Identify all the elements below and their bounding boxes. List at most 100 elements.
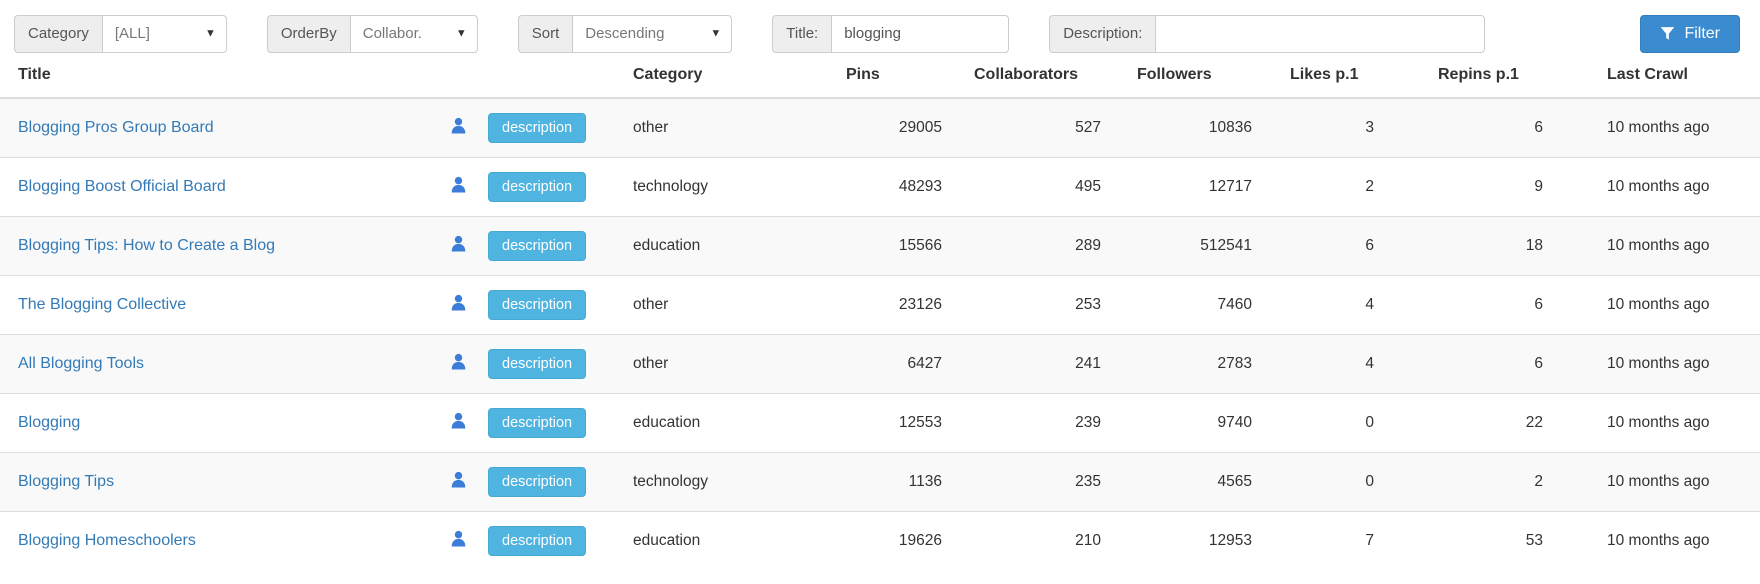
column-header-category[interactable]: Category	[633, 58, 828, 98]
board-title-link[interactable]: Blogging Tips: How to Create a Blog	[18, 237, 275, 254]
board-title-link[interactable]: The Blogging Collective	[18, 296, 186, 313]
cell-category: education	[633, 394, 828, 453]
description-button[interactable]: description	[488, 113, 586, 143]
cell-user	[428, 276, 488, 335]
filter-button-label: Filter	[1684, 25, 1720, 43]
cell-likes: 7	[1282, 512, 1430, 571]
column-header-likes[interactable]: Likes p.1	[1282, 58, 1430, 98]
board-title-link[interactable]: Blogging	[18, 414, 80, 431]
cell-likes: 0	[1282, 453, 1430, 512]
cell-pins: 12553	[828, 394, 966, 453]
cell-description: description	[488, 217, 633, 276]
cell-last-crawl: 10 months ago	[1583, 512, 1760, 571]
boards-table: Title Category Pins Collaborators Follow…	[0, 58, 1760, 570]
table-row: Blogging Homeschoolers description educati…	[0, 512, 1760, 571]
board-title-link[interactable]: Blogging Tips	[18, 473, 114, 490]
cell-last-crawl: 10 months ago	[1583, 453, 1760, 512]
cell-title: All Blogging Tools	[0, 335, 428, 394]
user-icon[interactable]	[450, 294, 467, 311]
cell-collaborators: 239	[966, 394, 1129, 453]
title-input[interactable]: blogging	[831, 15, 1009, 53]
board-title-link[interactable]: Blogging Homeschoolers	[18, 532, 196, 549]
cell-category: education	[633, 512, 828, 571]
description-button[interactable]: description	[488, 467, 586, 497]
user-icon[interactable]	[450, 412, 467, 429]
sort-label: Sort	[518, 15, 573, 53]
description-input[interactable]	[1155, 15, 1485, 53]
user-icon[interactable]	[450, 176, 467, 193]
column-header-user	[428, 58, 488, 98]
board-title-link[interactable]: Blogging Pros Group Board	[18, 119, 214, 136]
cell-repins: 9	[1430, 158, 1583, 217]
chevron-down-icon: ▼	[205, 28, 216, 39]
cell-likes: 3	[1282, 98, 1430, 158]
cell-likes: 2	[1282, 158, 1430, 217]
title-input-value: blogging	[844, 25, 901, 42]
cell-user	[428, 158, 488, 217]
user-icon[interactable]	[450, 530, 467, 547]
user-icon[interactable]	[450, 117, 467, 134]
board-title-link[interactable]: Blogging Boost Official Board	[18, 178, 226, 195]
column-header-followers[interactable]: Followers	[1129, 58, 1282, 98]
cell-collaborators: 241	[966, 335, 1129, 394]
cell-pins: 6427	[828, 335, 966, 394]
category-select[interactable]: [ALL] ▼	[102, 15, 227, 53]
cell-last-crawl: 10 months ago	[1583, 217, 1760, 276]
description-button[interactable]: description	[488, 526, 586, 556]
description-button[interactable]: description	[488, 349, 586, 379]
cell-title: Blogging Tips: How to Create a Blog	[0, 217, 428, 276]
cell-last-crawl: 10 months ago	[1583, 335, 1760, 394]
column-header-pins[interactable]: Pins	[828, 58, 966, 98]
description-button[interactable]: description	[488, 231, 586, 261]
cell-collaborators: 289	[966, 217, 1129, 276]
cell-user	[428, 453, 488, 512]
cell-repins: 6	[1430, 276, 1583, 335]
user-icon[interactable]	[450, 235, 467, 252]
cell-category: technology	[633, 453, 828, 512]
cell-last-crawl: 10 months ago	[1583, 98, 1760, 158]
cell-user	[428, 394, 488, 453]
cell-title: Blogging Tips	[0, 453, 428, 512]
column-header-repins[interactable]: Repins p.1	[1430, 58, 1583, 98]
filter-button[interactable]: Filter	[1640, 15, 1740, 53]
cell-likes: 0	[1282, 394, 1430, 453]
description-button[interactable]: description	[488, 408, 586, 438]
cell-likes: 6	[1282, 217, 1430, 276]
cell-pins: 29005	[828, 98, 966, 158]
description-label: Description:	[1049, 15, 1155, 53]
category-filter-group: Category [ALL] ▼	[14, 15, 227, 53]
table-row: Blogging Pros Group Board description othe…	[0, 98, 1760, 158]
cell-followers: 4565	[1129, 453, 1282, 512]
board-title-link[interactable]: All Blogging Tools	[18, 355, 144, 372]
sort-select[interactable]: Descending ▼	[572, 15, 732, 53]
cell-description: description	[488, 276, 633, 335]
cell-collaborators: 527	[966, 98, 1129, 158]
sort-select-value: Descending	[585, 25, 664, 42]
cell-repins: 53	[1430, 512, 1583, 571]
table-row: The Blogging Collectivedescriptionother2…	[0, 276, 1760, 335]
user-icon[interactable]	[450, 471, 467, 488]
cell-repins: 22	[1430, 394, 1583, 453]
column-header-description	[488, 58, 633, 98]
cell-collaborators: 235	[966, 453, 1129, 512]
description-button[interactable]: description	[488, 290, 586, 320]
cell-followers: 2783	[1129, 335, 1282, 394]
cell-description: description	[488, 512, 633, 571]
orderby-select[interactable]: Collabor. ▼	[350, 15, 478, 53]
cell-pins: 1136	[828, 453, 966, 512]
user-icon[interactable]	[450, 353, 467, 370]
cell-category: other	[633, 98, 828, 158]
cell-description: description	[488, 98, 633, 158]
cell-title: The Blogging Collective	[0, 276, 428, 335]
cell-category: other	[633, 276, 828, 335]
column-header-title[interactable]: Title	[0, 58, 428, 98]
description-filter-group: Description:	[1049, 15, 1485, 53]
cell-user	[428, 98, 488, 158]
table-row: All Blogging Toolsdescriptionother642724…	[0, 335, 1760, 394]
description-button[interactable]: description	[488, 172, 586, 202]
column-header-last-crawl[interactable]: Last Crawl	[1583, 58, 1760, 98]
table-row: Blogging Tips description technology113623…	[0, 453, 1760, 512]
cell-description: description	[488, 335, 633, 394]
cell-description: description	[488, 158, 633, 217]
column-header-collaborators[interactable]: Collaborators	[966, 58, 1129, 98]
